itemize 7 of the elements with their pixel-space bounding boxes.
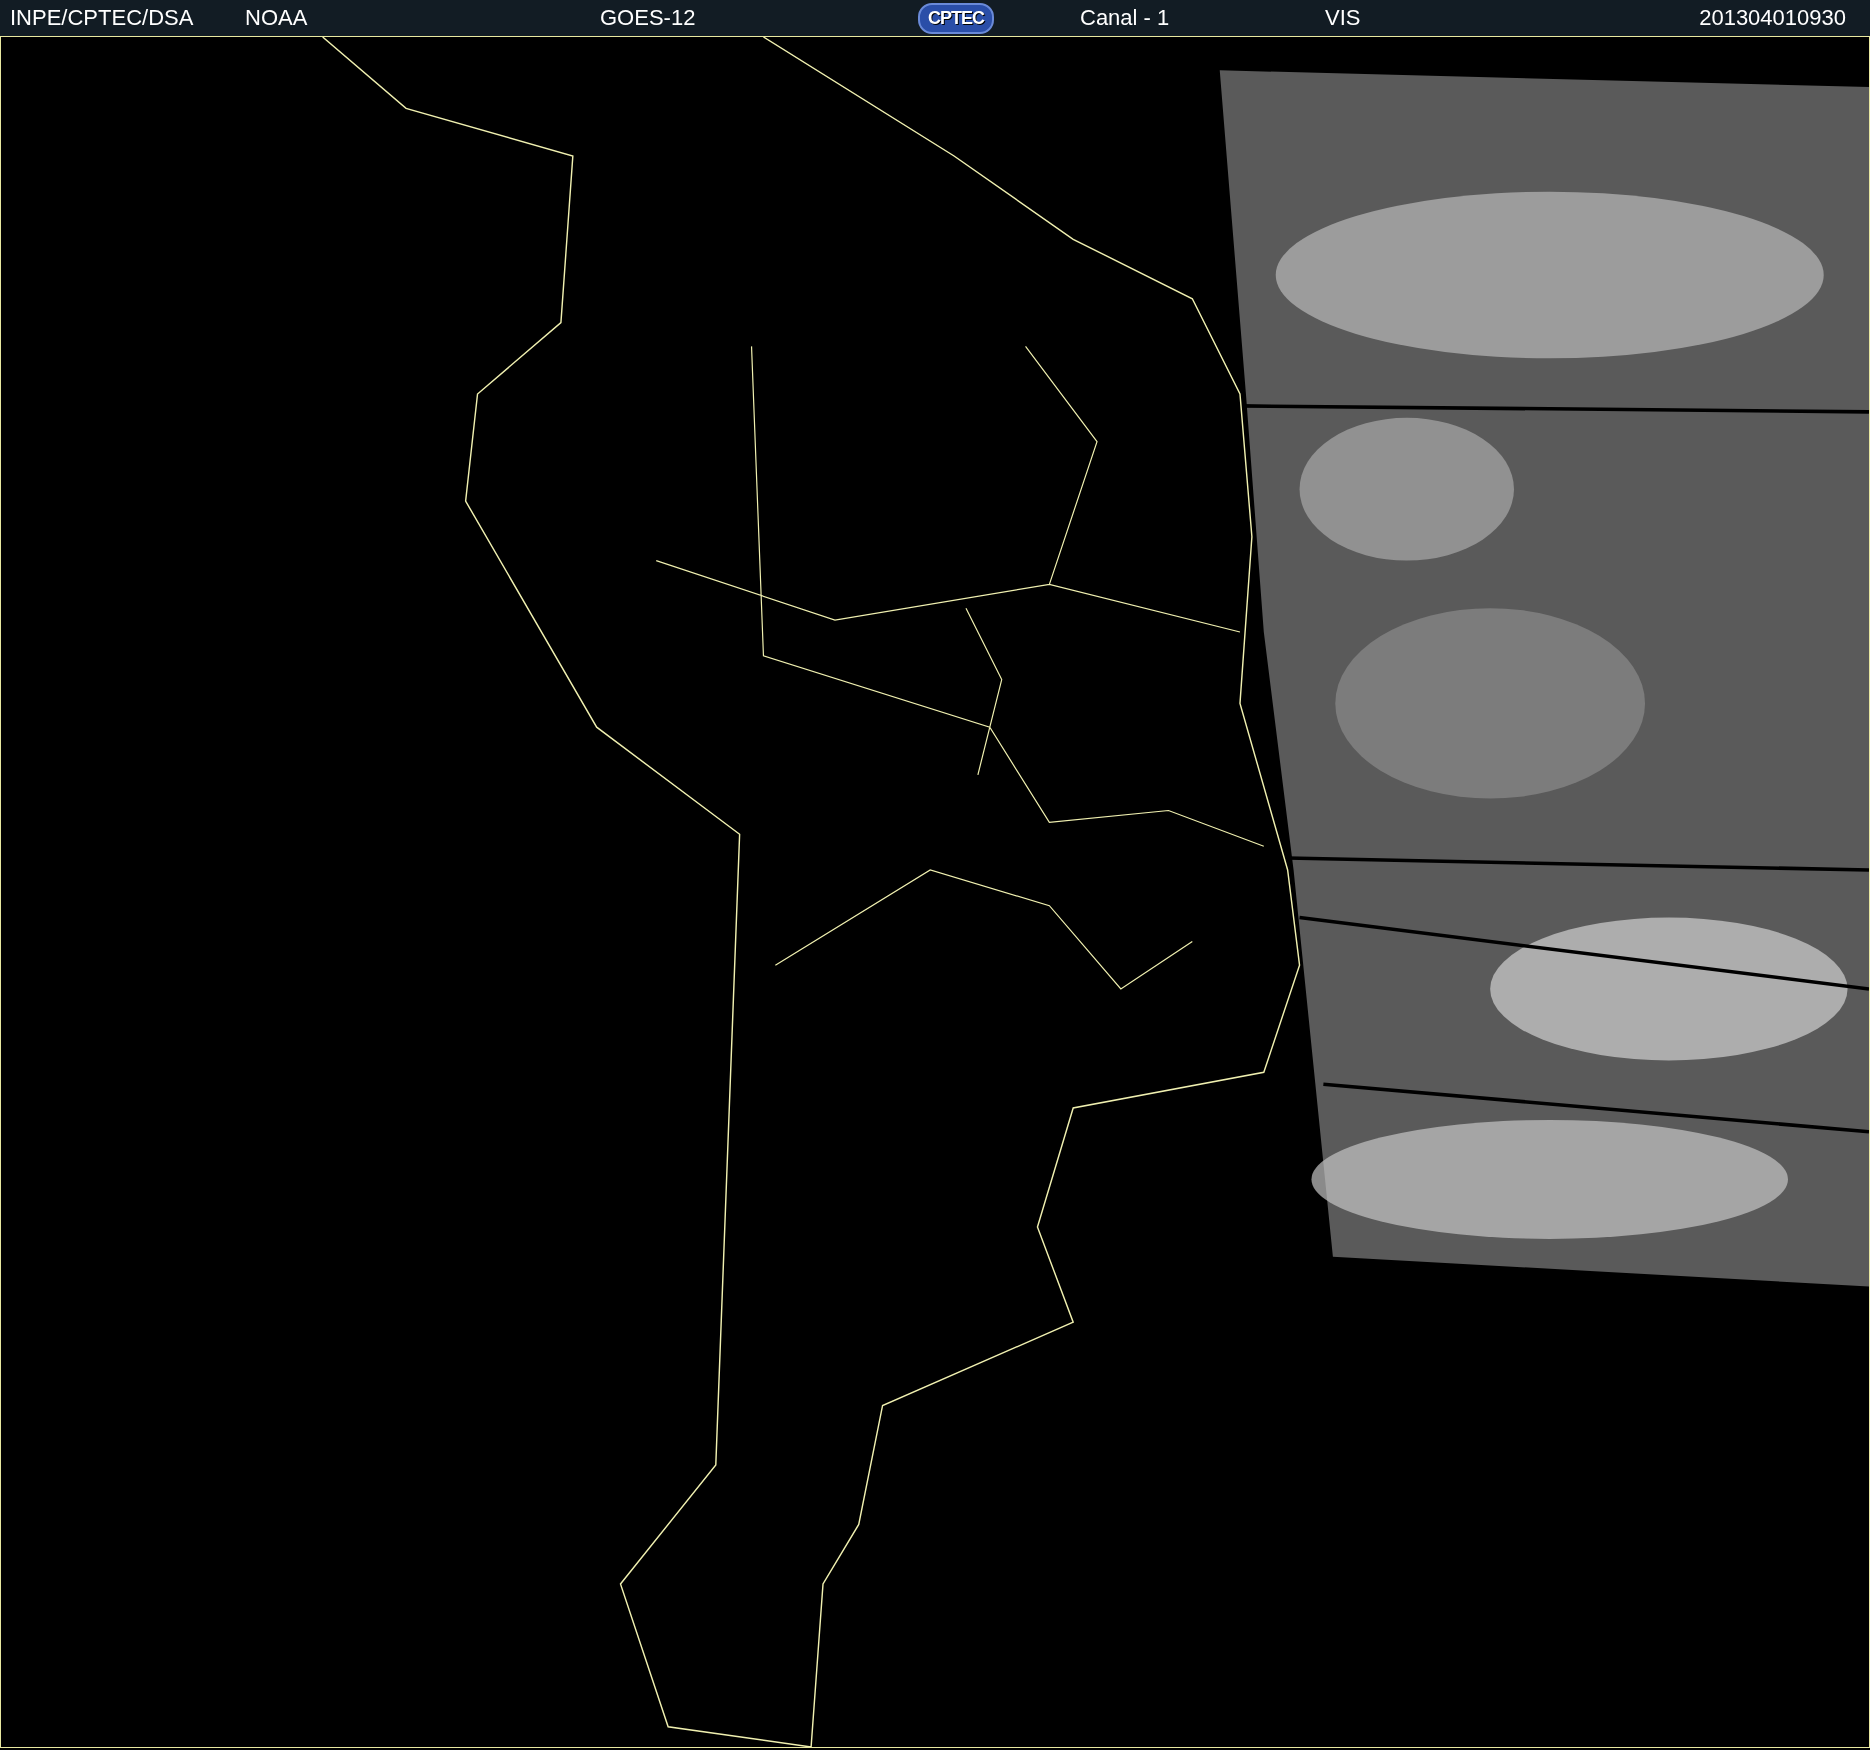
- header-label: GOES-12: [600, 5, 696, 31]
- header-label: NOAA: [245, 5, 308, 31]
- logo: CPTEC: [918, 2, 994, 34]
- header-label: VIS: [1325, 5, 1361, 31]
- header-label: Canal - 1: [1080, 5, 1170, 31]
- header-label: INPE/CPTEC/DSA: [10, 5, 194, 31]
- header-label: 201304010930: [1699, 5, 1846, 31]
